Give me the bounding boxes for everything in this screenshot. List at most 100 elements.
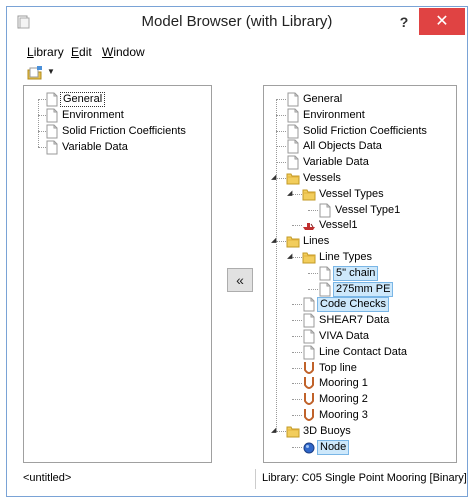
vessel-icon <box>302 218 316 233</box>
buoy-icon <box>302 440 316 455</box>
page-icon <box>318 203 332 218</box>
line-icon <box>302 408 316 423</box>
page-icon <box>45 140 59 155</box>
page-icon <box>286 124 300 139</box>
library-tree-item[interactable]: Solid Friction Coefficients <box>270 124 450 139</box>
library-tree-item[interactable]: ◢ Lines <box>270 234 450 249</box>
library-tree-item[interactable]: VIVA Data <box>286 329 450 344</box>
toolbar-dropdown-arrow-icon[interactable]: ▼ <box>47 64 55 80</box>
page-icon <box>318 282 332 297</box>
library-tree-item-label: Line Types <box>319 251 373 263</box>
page-icon <box>302 297 316 312</box>
menu-library[interactable]: Library <box>27 43 64 61</box>
library-tree-item[interactable]: ◢ Line Types <box>286 250 450 265</box>
model-tree-item-label: Solid Friction Coefficients <box>62 125 186 137</box>
model-tree-item-label: General <box>60 92 106 107</box>
model-tree-panel[interactable]: General Environment Solid Friction Coeffic… <box>23 85 212 463</box>
library-tree-item-label: Mooring 2 <box>319 393 368 406</box>
library-tree-item-label: All Objects Data <box>303 140 382 153</box>
model-tree-item[interactable]: Solid Friction Coefficients <box>32 124 207 139</box>
title-bar[interactable]: Model Browser (with Library) ? ✕ <box>7 7 467 37</box>
library-tree-item-label: Code Checks <box>317 297 390 313</box>
library-tree-item[interactable]: Node <box>286 439 450 455</box>
library-tree-item[interactable]: ◢ Vessels <box>270 171 450 186</box>
expand-arrow-icon[interactable]: ◢ <box>287 190 295 198</box>
menu-window[interactable]: Window <box>102 43 145 61</box>
page-icon <box>302 329 316 344</box>
library-tree-item[interactable]: All Objects Data <box>270 139 450 154</box>
library-tree-item-label: Node <box>317 439 350 455</box>
library-tree-item-label: Environment <box>303 108 365 121</box>
line-icon <box>302 361 316 376</box>
library-tree-item[interactable]: General <box>270 92 450 107</box>
page-icon <box>45 124 59 139</box>
close-button[interactable]: ✕ <box>419 8 465 35</box>
page-icon <box>286 155 300 170</box>
library-tree-item[interactable]: Variable Data <box>270 155 450 170</box>
page-icon <box>286 139 300 154</box>
library-tree-item-label: Vessels <box>303 172 341 184</box>
library-tree-item-label: Lines <box>303 235 330 248</box>
folder-icon <box>286 424 300 439</box>
library-tree-item[interactable]: Code Checks <box>286 297 450 313</box>
expand-arrow-icon[interactable]: ◢ <box>271 237 279 245</box>
model-browser-window: Model Browser (with Library) ? ✕ Library… <box>6 6 468 497</box>
library-tree-item-label: Mooring 1 <box>319 377 368 390</box>
library-tree-item[interactable]: Vessel1 <box>286 218 450 233</box>
library-tree-item-label: Variable Data <box>303 156 369 169</box>
toolbar: ▼ <box>7 61 467 85</box>
menu-edit[interactable]: Edit <box>71 43 92 61</box>
model-tree-item[interactable]: Environment <box>32 108 207 123</box>
page-icon <box>286 92 300 107</box>
model-tree-item-label: Environment <box>62 109 124 121</box>
library-tree-item-label: Vessel1 <box>319 219 358 232</box>
library-tree-item[interactable]: Vessel Type1 <box>302 203 450 218</box>
library-tree-panel[interactable]: General Environment Solid Friction Coeffic… <box>263 85 457 463</box>
library-tree-item-label: SHEAR7 Data <box>319 314 390 327</box>
page-icon <box>318 266 332 281</box>
folder-icon <box>302 187 316 202</box>
library-tree-item[interactable]: Mooring 3 <box>286 408 450 423</box>
folder-icon <box>286 171 300 186</box>
library-tree-item-label: General <box>303 93 343 105</box>
library-tree-item[interactable]: Line Contact Data <box>286 345 450 360</box>
folder-icon <box>286 234 300 249</box>
library-tree-item-label: 275mm PE <box>333 281 394 297</box>
page-icon <box>45 92 59 107</box>
help-button[interactable]: ? <box>391 11 417 33</box>
page-icon <box>302 345 316 360</box>
library-tree-item[interactable]: SHEAR7 Data <box>286 313 450 328</box>
expand-arrow-icon[interactable]: ◢ <box>287 253 295 261</box>
library-tree-item[interactable]: Environment <box>270 108 450 123</box>
page-icon <box>286 108 300 123</box>
status-model-name: <untitled> <box>23 472 72 484</box>
library-tree-item[interactable]: Mooring 1 <box>286 376 450 391</box>
library-tree-item-label: Solid Friction Coefficients <box>303 124 427 137</box>
expand-arrow-icon[interactable]: ◢ <box>271 174 279 182</box>
page-icon <box>302 313 316 328</box>
model-tree-item[interactable]: Variable Data <box>32 140 207 155</box>
library-tree-item-label: Vessel Type1 <box>335 203 401 216</box>
model-tree-item[interactable]: General <box>32 92 207 107</box>
library-tree-item[interactable]: Top line <box>286 361 450 376</box>
library-tree-item[interactable]: 275mm PE <box>302 281 450 297</box>
library-tree-item-label: Top line <box>319 361 357 374</box>
library-tree-item-label: Vessel Types <box>319 187 384 200</box>
status-library-name: Library: C05 Single Point Mooring [Binar… <box>262 472 467 484</box>
library-tree-item-label: 5" chain <box>333 265 379 281</box>
line-icon <box>302 376 316 391</box>
library-tree-item[interactable]: ◢ Vessel Types <box>286 187 450 202</box>
library-tree-item-label: 3D Buoys <box>303 424 351 437</box>
library-tree-item-label: VIVA Data <box>319 330 369 342</box>
copy-to-model-button[interactable]: « <box>227 268 253 292</box>
menu-bar: Library Edit Window <box>7 43 467 61</box>
library-tree-item[interactable]: ◢ 3D Buoys <box>270 424 450 439</box>
library-tree-item[interactable]: 5" chain <box>302 265 450 281</box>
model-tree-item-label: Variable Data <box>62 141 128 153</box>
expand-arrow-icon[interactable]: ◢ <box>271 427 279 435</box>
open-library-icon[interactable] <box>27 65 43 81</box>
library-tree-item-label: Mooring 3 <box>319 409 368 421</box>
library-tree-item[interactable]: Mooring 2 <box>286 392 450 407</box>
page-icon <box>45 108 59 123</box>
library-tree-item-label: Line Contact Data <box>319 345 408 358</box>
